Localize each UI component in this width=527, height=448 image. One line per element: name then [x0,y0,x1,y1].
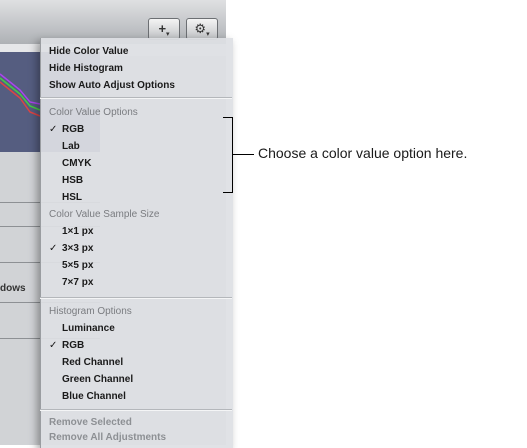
menu-item-hide-histogram[interactable]: Hide Histogram [49,63,123,75]
menu-item-blue-channel[interactable]: Blue Channel [62,391,126,403]
color-value-options-header: Color Value Options [49,107,138,118]
checkmark-icon: ✓ [49,340,58,351]
menu-item-cmyk[interactable]: CMYK [62,158,91,170]
plus-icon: + [158,21,167,36]
menu-item-rgb[interactable]: RGB [62,124,84,136]
menu-item-sample-5x5[interactable]: 5×5 px [62,260,93,272]
menu-item-histogram-rgb[interactable]: RGB [62,340,84,352]
callout-text: Choose a color value option here. [258,145,468,161]
gear-icon: ⚙ [194,21,207,36]
callout-bracket [223,117,233,193]
menu-item-sample-3x3[interactable]: 3×3 px [62,243,93,255]
menu-separator [40,298,232,299]
menu-separator [40,98,232,99]
menu-item-sample-7x7[interactable]: 7×7 px [62,277,93,289]
menu-item-hsb[interactable]: HSB [62,175,83,187]
chevron-down-icon: ▾ [206,31,210,38]
checkmark-icon: ✓ [49,124,58,135]
menu-item-hide-color-value[interactable]: Hide Color Value [49,46,128,58]
callout-leader-line [232,154,254,155]
checkmark-icon: ✓ [49,243,58,254]
histogram-options-header: Histogram Options [49,306,132,317]
menu-item-remove-selected: Remove Selected [49,417,132,428]
menu-item-luminance[interactable]: Luminance [62,323,115,335]
menu-item-red-channel[interactable]: Red Channel [62,357,123,369]
menu-separator [40,410,232,411]
menu-item-hsl[interactable]: HSL [62,192,82,204]
color-value-sample-size-header: Color Value Sample Size [49,209,160,220]
add-adjustment-button[interactable]: +▾ [148,18,180,40]
menu-item-remove-all-adjustments: Remove All Adjustments [49,432,167,443]
menu-item-lab[interactable]: Lab [62,141,80,153]
menu-item-green-channel[interactable]: Green Channel [62,374,133,386]
menu-item-sample-1x1[interactable]: 1×1 px [62,226,93,238]
shadows-label: dows [0,283,26,294]
chevron-down-icon: ▾ [166,31,170,38]
menu-item-show-auto-adjust-options[interactable]: Show Auto Adjust Options [49,80,175,92]
action-menu-button[interactable]: ⚙▾ [186,18,218,40]
